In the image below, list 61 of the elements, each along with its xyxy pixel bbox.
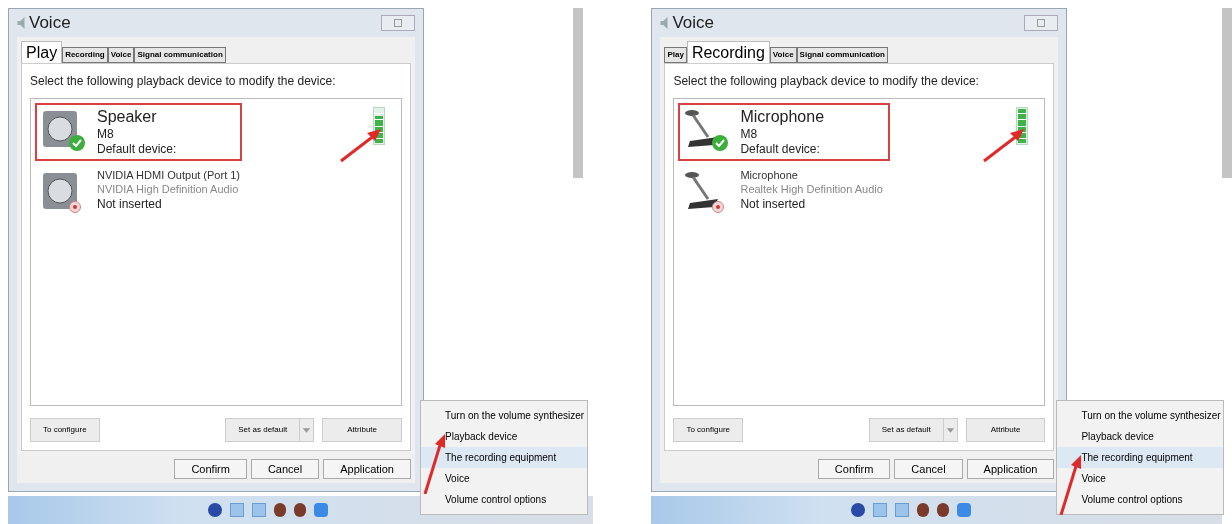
device-status: Not inserted bbox=[97, 196, 163, 212]
menu-item[interactable]: Turn on the volume synthesizer bbox=[1057, 405, 1224, 426]
attribute-button[interactable]: Attribute bbox=[322, 418, 402, 442]
device-name: Microphone bbox=[740, 169, 799, 183]
annotation-arrow bbox=[337, 129, 381, 163]
tray-icon[interactable] bbox=[957, 503, 972, 517]
menu-item[interactable]: Voice bbox=[1057, 468, 1224, 489]
set-default-button[interactable]: Set as default bbox=[868, 418, 958, 442]
menu-item[interactable]: Turn on the volume synthesizer bbox=[421, 405, 587, 426]
device-model: M8 bbox=[740, 127, 759, 142]
close-button[interactable] bbox=[1024, 15, 1059, 31]
dialog-button[interactable]: Application bbox=[323, 459, 411, 479]
tab[interactable]: Signal communication bbox=[134, 47, 226, 63]
avatar-icon[interactable] bbox=[917, 503, 930, 517]
configure-button[interactable]: To configure bbox=[673, 418, 744, 442]
dialog-button[interactable]: Application bbox=[966, 459, 1055, 479]
menu-item[interactable]: Playback device bbox=[421, 426, 587, 447]
menu-item[interactable]: Volume control options bbox=[1057, 489, 1224, 510]
device-status: Not inserted bbox=[740, 196, 807, 212]
tab[interactable]: Recording bbox=[62, 47, 108, 63]
avatar-icon[interactable] bbox=[274, 503, 286, 517]
tab[interactable]: Signal communication bbox=[796, 47, 888, 63]
instruction-text: Select the following playback device to modify the device: bbox=[673, 73, 980, 90]
speaker-icon bbox=[660, 17, 669, 29]
close-button[interactable] bbox=[381, 15, 415, 31]
window-title: Voice bbox=[672, 12, 715, 35]
avatar-icon[interactable] bbox=[937, 503, 950, 517]
device-model: M8 bbox=[97, 127, 115, 142]
tab[interactable]: Play bbox=[664, 47, 687, 63]
menu-item[interactable]: Playback device bbox=[1057, 426, 1224, 447]
configure-button[interactable]: To configure bbox=[30, 418, 100, 442]
attribute-button[interactable]: Attribute bbox=[965, 418, 1046, 442]
speaker-icon bbox=[17, 17, 25, 29]
menu-item[interactable]: The recording equipment bbox=[421, 447, 587, 468]
device-model: NVIDIA High Definition Audio bbox=[97, 182, 240, 197]
annotation-arrow bbox=[980, 129, 1025, 163]
device-name: NVIDIA HDMI Output (Port 1) bbox=[97, 169, 241, 183]
device-status: Default device: bbox=[740, 142, 821, 157]
device-name: Microphone bbox=[740, 107, 825, 127]
menu-item[interactable]: Volume control options bbox=[421, 489, 587, 510]
tray-icon[interactable] bbox=[851, 503, 866, 517]
tab[interactable]: Voice bbox=[107, 47, 135, 63]
tab[interactable]: Recording bbox=[686, 41, 770, 63]
dialog-button[interactable]: Confirm bbox=[174, 459, 247, 479]
device-status: Default device: bbox=[97, 142, 177, 157]
set-default-button[interactable]: Set as default bbox=[225, 418, 315, 442]
avatar-icon[interactable] bbox=[294, 503, 306, 517]
menu-item[interactable]: The recording equipment bbox=[1057, 447, 1224, 468]
dialog-button[interactable]: Confirm bbox=[817, 459, 891, 479]
device-name: Speaker bbox=[97, 107, 158, 127]
tab[interactable]: Play bbox=[21, 41, 63, 63]
instruction-text: Select the following playback device to modify the device: bbox=[30, 73, 337, 90]
menu-item[interactable]: Voice bbox=[421, 468, 587, 489]
device-model: Realtek High Definition Audio bbox=[740, 182, 883, 197]
annotation-arrow bbox=[423, 434, 447, 494]
window-title: Voice bbox=[29, 12, 71, 35]
tab[interactable]: Voice bbox=[769, 47, 797, 63]
dialog-button[interactable]: Cancel bbox=[250, 459, 320, 479]
dialog-button[interactable]: Cancel bbox=[894, 459, 963, 479]
caret-icon bbox=[942, 419, 957, 441]
tray-icon[interactable] bbox=[208, 503, 222, 517]
